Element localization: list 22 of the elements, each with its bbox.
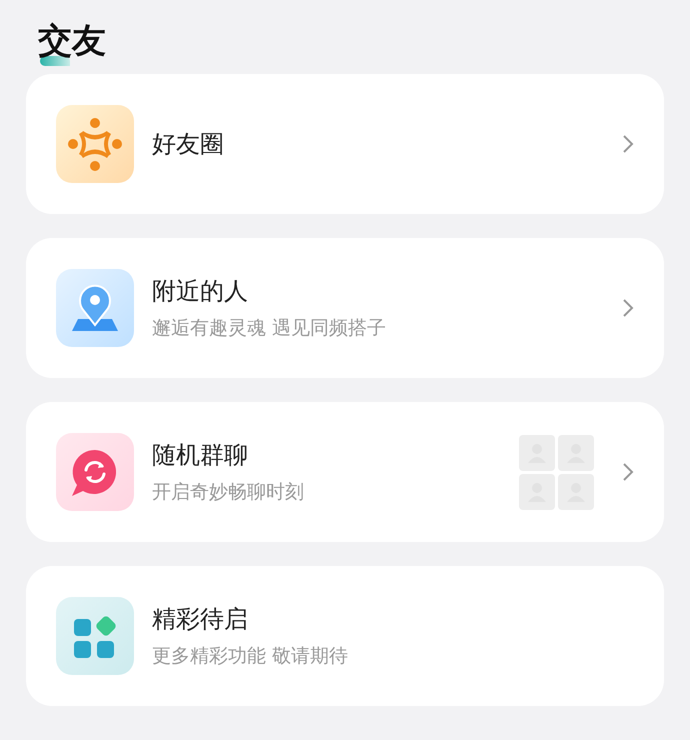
- section-title: 交友: [38, 18, 106, 64]
- item-title: 好友圈: [152, 129, 225, 160]
- item-title: 精彩待启: [152, 604, 249, 635]
- menu-card[interactable]: 精彩待启 更多精彩功能 敬请期待: [26, 566, 664, 706]
- item-subtitle: 开启奇妙畅聊时刻: [152, 480, 305, 505]
- chevron-icon: [622, 134, 634, 154]
- person-placeholder-icon: [519, 474, 555, 510]
- person-placeholder-icon: [558, 474, 594, 510]
- item-title: 随机群聊: [152, 440, 249, 471]
- app-grid-icon: [56, 597, 134, 675]
- chevron-icon: [622, 298, 634, 318]
- menu-card[interactable]: 好友圈: [26, 74, 664, 214]
- location-pin-icon: [56, 269, 134, 347]
- item-subtitle: 更多精彩功能 敬请期待: [152, 644, 350, 669]
- item-title: 附近的人: [152, 276, 249, 307]
- menu-card[interactable]: 随机群聊 开启奇妙畅聊时刻: [26, 402, 664, 542]
- chevron-icon: [622, 462, 634, 482]
- person-placeholder-icon: [519, 434, 555, 470]
- chat-refresh-icon: [56, 433, 134, 511]
- person-placeholder-icon: [558, 434, 594, 470]
- menu-card[interactable]: 附近的人 邂逅有趣灵魂 遇见同频搭子: [26, 238, 664, 378]
- item-subtitle: 邂逅有趣灵魂 遇见同频搭子: [152, 316, 388, 341]
